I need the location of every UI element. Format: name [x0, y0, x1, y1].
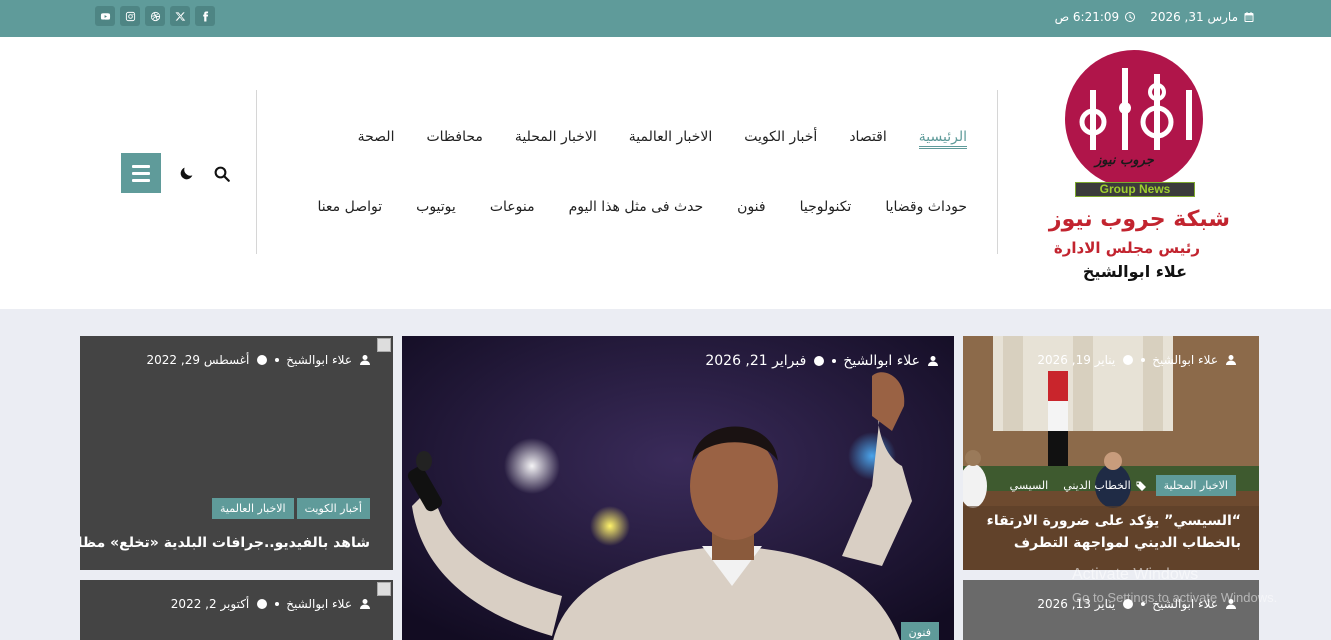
card-tags: فنون: [900, 622, 939, 640]
logo-title: شبكة جروب نيوز: [1048, 207, 1230, 232]
main-nav-row-2: حوداث وقضايا تكنولوجيا فنون حدث فى مثل ه…: [317, 199, 967, 215]
instagram-icon[interactable]: [120, 6, 140, 26]
calendar-icon: [1244, 12, 1254, 22]
post-date: أغسطس 29, 2022: [146, 353, 250, 367]
time-text: 6:21:09 ص: [1054, 10, 1120, 24]
featured-news-card[interactable]: علاء ابوالشيخ فبراير 21, 2026 فنون: [402, 336, 954, 640]
nav-item-governorates[interactable]: محافظات: [426, 129, 482, 149]
news-card-right-top[interactable]: علاء ابوالشيخ يناير 19, 2026 الاخبار الم…: [963, 336, 1259, 570]
youtube-icon[interactable]: [95, 6, 115, 26]
user-icon: [928, 356, 938, 366]
nav-item-arts[interactable]: فنون: [737, 199, 765, 215]
divider-left: [256, 90, 257, 254]
meta-separator: [275, 602, 280, 606]
facebook-icon[interactable]: [195, 6, 215, 26]
logo-arabic-mark: جروب نيوز: [1095, 153, 1154, 168]
news-card-left-top[interactable]: علاء ابوالشيخ أغسطس 29, 2022 أخبار الكوي…: [80, 336, 393, 570]
logo-english-mark: Group News: [1099, 182, 1171, 196]
nav-item-local-news[interactable]: الاخبار المحلية: [515, 129, 597, 149]
news-card-left-bottom[interactable]: علاء ابوالشيخ أكتوبر 2, 2022: [80, 580, 393, 640]
author-name[interactable]: علاء ابوالشيخ: [843, 353, 920, 369]
tag-arts[interactable]: فنون: [900, 622, 939, 640]
social-links: [95, 6, 215, 26]
site-logo[interactable]: جروب نيوز Group News شبكة جروب نيوز رئيس…: [1040, 49, 1240, 289]
meta-separator: [275, 358, 280, 362]
divider-right: [997, 90, 998, 254]
post-date: أكتوبر 2, 2022: [170, 597, 250, 611]
card-headline-line-1[interactable]: “السيسي” يؤكد على ضرورة الارتقاء: [987, 513, 1241, 529]
nav-item-incidents[interactable]: حوداث وقضايا: [885, 199, 967, 215]
author-name[interactable]: علاء ابوالشيخ: [286, 597, 352, 611]
tag-kuwait-news[interactable]: أخبار الكويت: [296, 498, 370, 519]
clock-icon: [1125, 12, 1136, 22]
card-meta: علاء ابوالشيخ أكتوبر 2, 2022: [171, 597, 371, 611]
tag-world-news[interactable]: الاخبار العالمية: [212, 498, 294, 519]
featured-photo-singer: [402, 336, 954, 640]
search-icon[interactable]: [213, 165, 231, 183]
card-tags: الاخبار المحلية الخطاب الديني السيسي: [1004, 475, 1236, 496]
clock-icon: [257, 599, 268, 609]
tag-religious-discourse[interactable]: الخطاب الديني: [1057, 475, 1152, 496]
post-date: فبراير 21, 2026: [705, 353, 807, 369]
news-card-right-bottom[interactable]: علاء ابوالشيخ يناير 13, 2026: [963, 580, 1259, 640]
tags-icon: [1135, 481, 1146, 491]
meta-separator: [832, 359, 837, 363]
logo-subtitle: رئيس مجلس الادارة: [1053, 239, 1200, 257]
hamburger-menu-button[interactable]: [121, 153, 161, 193]
date-display: مارس 31, 2026: [1150, 10, 1255, 24]
activate-windows-watermark: Activate Windows: [1072, 566, 1199, 583]
card-meta: علاء ابوالشيخ أغسطس 29, 2022: [147, 353, 371, 367]
top-bar: مارس 31, 2026 6:21:09 ص: [0, 0, 1331, 37]
card-meta: علاء ابوالشيخ فبراير 21, 2026: [705, 353, 939, 369]
nav-item-youtube[interactable]: يوتيوب: [416, 199, 456, 215]
meta-separator: [1141, 358, 1146, 362]
nav-item-economy[interactable]: اقتصاد: [849, 129, 886, 149]
nav-item-technology[interactable]: تكنولوجيا: [800, 199, 852, 215]
tag-label: الخطاب الديني: [1063, 479, 1131, 492]
activate-windows-hint: Go to Settings to activate Windows.: [1072, 590, 1278, 605]
author-name[interactable]: علاء ابوالشيخ: [286, 353, 352, 367]
site-header: جروب نيوز Group News شبكة جروب نيوز رئيس…: [0, 37, 1331, 309]
menu-line-icon: [132, 171, 150, 175]
nav-item-home[interactable]: الرئيسية: [918, 129, 967, 149]
date-text: مارس 31, 2026: [1150, 10, 1238, 24]
dribbble-icon[interactable]: [145, 6, 165, 26]
card-meta: علاء ابوالشيخ يناير 19, 2026: [1037, 353, 1237, 367]
nav-item-contact[interactable]: تواصل معنا: [317, 199, 382, 215]
broken-image-icon: [377, 338, 391, 352]
tag-local-news[interactable]: الاخبار المحلية: [1155, 475, 1236, 496]
user-icon: [360, 355, 370, 365]
clock-icon: [257, 355, 268, 365]
menu-line-icon: [132, 164, 150, 168]
user-icon: [1226, 355, 1236, 365]
tag-sisi[interactable]: السيسي: [1004, 475, 1055, 496]
menu-line-icon: [132, 178, 150, 182]
dark-mode-moon-icon[interactable]: [179, 165, 195, 181]
card-tags: أخبار الكويت الاخبار العالمية: [212, 498, 370, 519]
nav-item-misc[interactable]: منوعات: [490, 199, 535, 215]
date-time: مارس 31, 2026 6:21:09 ص: [1055, 10, 1255, 24]
user-icon: [360, 599, 370, 609]
logo-english-bar: Group News: [1075, 182, 1195, 197]
nav-item-kuwait-news[interactable]: أخبار الكويت: [744, 129, 817, 149]
card-headline-line-2[interactable]: بالخطاب الديني لمواجهة التطرف: [1014, 535, 1241, 551]
broken-image-icon: [377, 582, 391, 596]
clock-icon: [1123, 355, 1134, 365]
x-icon[interactable]: [170, 6, 190, 26]
author-name[interactable]: علاء ابوالشيخ: [1152, 353, 1218, 367]
clock-icon: [814, 356, 825, 366]
main-nav-row-1: الرئيسية اقتصاد أخبار الكويت الاخبار الع…: [358, 129, 967, 149]
nav-item-on-this-day[interactable]: حدث فى مثل هذا اليوم: [569, 199, 704, 215]
nav-item-world-news[interactable]: الاخبار العالمية: [629, 129, 713, 149]
post-date: يناير 19, 2026: [1037, 353, 1116, 367]
nav-item-health[interactable]: الصحة: [358, 129, 395, 149]
card-headline[interactable]: شاهد بالفيديو..جرافات البلدية «تخلع» مظل…: [80, 535, 370, 551]
time-display: 6:21:09 ص: [1055, 10, 1137, 24]
logo-name: علاء ابوالشيخ: [1082, 262, 1187, 281]
